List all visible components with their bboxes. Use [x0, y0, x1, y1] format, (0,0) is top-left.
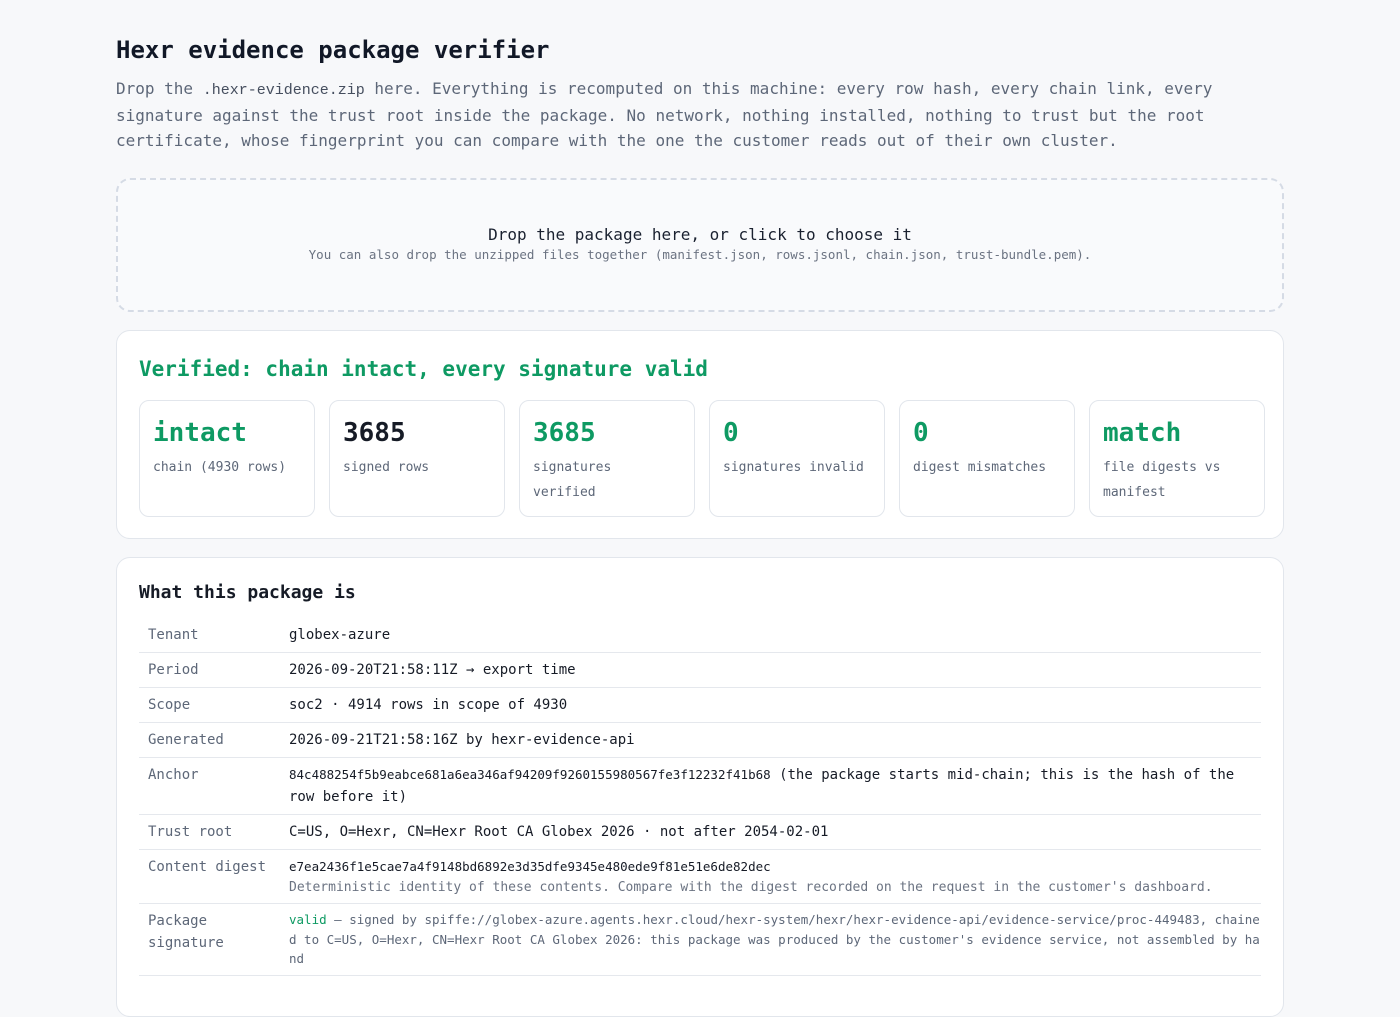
stat-label: signatures verified [533, 460, 612, 500]
package-signature-text: valid — signed by spiffe://globex-azure.… [289, 910, 1261, 969]
stat-signatures-verified: 3685 signatures verified [519, 400, 695, 517]
signature-status-badge: valid [289, 912, 327, 927]
row-value: 2026-09-20T21:58:11Z → export time [289, 652, 1261, 688]
stat-value: intact [153, 418, 247, 448]
row-value: e7ea2436f1e5cae7a4f9148bd6892e3d35dfe934… [289, 849, 1261, 904]
verdict-card: Verified: chain intact, every signature … [116, 330, 1284, 539]
verdict-title: Verified: chain intact, every signature … [139, 357, 708, 381]
table-row: Tenant globex-azure [139, 618, 1261, 653]
row-value: valid — signed by spiffe://globex-azure.… [289, 903, 1261, 976]
content-digest-note: Deterministic identity of these contents… [289, 880, 1213, 895]
package-dropzone[interactable]: Drop the package here, or click to choos… [116, 178, 1284, 312]
package-info-card: What this package is Tenant globex-azure… [116, 557, 1284, 1017]
stat-label: signed rows [343, 460, 430, 475]
page-title: Hexr evidence package verifier [116, 36, 550, 64]
row-value: 84c488254f5b9eabce681a6ea346af94209f9260… [289, 757, 1261, 815]
intro-filename: .hexr-evidence.zip [202, 82, 365, 99]
package-info-table: Tenant globex-azure Period 2026-09-20T21… [139, 618, 1261, 976]
table-row: Anchor 84c488254f5b9eabce681a6ea346af942… [139, 757, 1261, 815]
stat-value: 0 [723, 418, 739, 448]
table-row: Trust root C=US, O=Hexr, CN=Hexr Root CA… [139, 814, 1261, 850]
row-value: soc2 · 4914 rows in scope of 4930 [289, 687, 1261, 723]
row-key: Generated [139, 722, 289, 758]
table-row: Content digest e7ea2436f1e5cae7a4f9148bd… [139, 849, 1261, 904]
stat-value: 0 [913, 418, 929, 448]
row-key: Scope [139, 687, 289, 723]
row-key: Trust root [139, 814, 289, 850]
row-value: globex-azure [289, 618, 1261, 653]
dropzone-main-text: Drop the package here, or click to choos… [488, 225, 912, 244]
row-key: Tenant [139, 618, 289, 653]
row-value: C=US, O=Hexr, CN=Hexr Root CA Globex 202… [289, 814, 1261, 850]
stat-value: match [1103, 418, 1182, 448]
table-row: Period 2026-09-20T21:58:11Z → export tim… [139, 652, 1261, 688]
signature-detail: — signed by spiffe://globex-azure.agents… [289, 912, 1260, 966]
anchor-hash: 84c488254f5b9eabce681a6ea346af94209f9260… [289, 767, 771, 782]
stat-chain: intact chain (4930 rows) [139, 400, 315, 517]
dropzone-sub-text: You can also drop the unzipped files tog… [308, 247, 1092, 262]
intro-before: Drop the [116, 79, 203, 98]
stat-value: 3685 [533, 418, 596, 448]
stat-label: digest mismatches [913, 460, 1047, 475]
table-row: Package signature valid — signed by spif… [139, 903, 1261, 976]
stat-digest-mismatches: 0 digest mismatches [899, 400, 1075, 517]
table-row: Generated 2026-09-21T21:58:16Z by hexr-e… [139, 722, 1261, 758]
stat-signatures-invalid: 0 signatures invalid [709, 400, 885, 517]
stat-label: file digests vs manifest [1103, 460, 1221, 500]
row-key: Anchor [139, 757, 289, 815]
row-value: 2026-09-21T21:58:16Z by hexr-evidence-ap… [289, 722, 1261, 758]
table-row: Scope soc2 · 4914 rows in scope of 4930 [139, 687, 1261, 723]
stat-value: 3685 [343, 418, 406, 448]
stat-label: signatures invalid [723, 460, 864, 475]
content-digest-value: e7ea2436f1e5cae7a4f9148bd6892e3d35dfe934… [289, 859, 771, 874]
package-info-title: What this package is [139, 582, 356, 603]
row-key: Content digest [139, 849, 289, 904]
stats-row: intact chain (4930 rows) 3685 signed row… [139, 400, 1265, 517]
row-key: Package signature [139, 903, 289, 976]
row-key: Period [139, 652, 289, 688]
stat-signed-rows: 3685 signed rows [329, 400, 505, 517]
stat-file-digests: match file digests vs manifest [1089, 400, 1265, 517]
intro-text: Drop the .hexr-evidence.zip here. Everyt… [116, 76, 1284, 153]
stat-label: chain (4930 rows) [153, 460, 287, 475]
